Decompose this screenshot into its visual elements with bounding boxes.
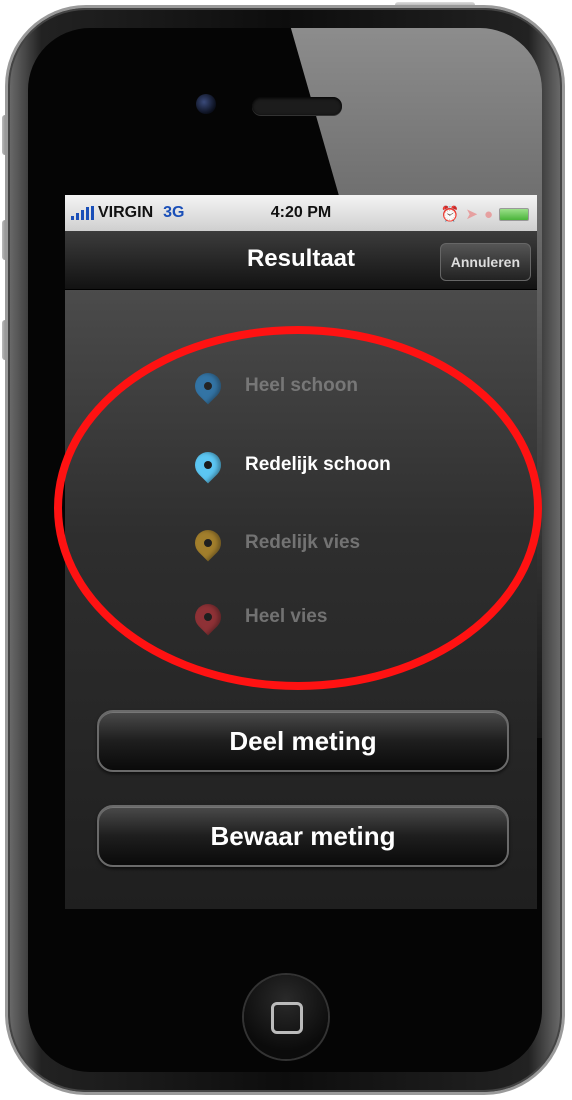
home-button[interactable] bbox=[244, 975, 328, 1059]
phone-screen: VIRGIN 3G 4:20 PM ⏰ ➤ ● Resultaat Annule… bbox=[65, 195, 537, 909]
result-option-redelijk-schoon[interactable]: Redelijk schoon bbox=[189, 445, 391, 485]
result-content: Heel schoon Redelijk schoon Redelijk vie… bbox=[65, 290, 537, 909]
lock-rotation-icon: ● bbox=[483, 205, 493, 223]
save-measurement-button[interactable]: Bewaar meting bbox=[97, 805, 509, 867]
home-square-icon bbox=[271, 1002, 303, 1034]
share-measurement-button[interactable]: Deel meting bbox=[97, 710, 509, 772]
map-pin-icon bbox=[189, 598, 227, 636]
front-camera bbox=[196, 94, 216, 114]
status-bar: VIRGIN 3G 4:20 PM ⏰ ➤ ● bbox=[65, 195, 537, 231]
option-label: Heel vies bbox=[245, 606, 328, 627]
map-pin-icon bbox=[189, 524, 227, 562]
option-label: Heel schoon bbox=[245, 375, 358, 396]
battery-icon bbox=[499, 207, 529, 221]
location-arrow-icon: ➤ bbox=[465, 206, 478, 223]
earpiece-speaker bbox=[252, 97, 342, 115]
alarm-icon: ⏰ bbox=[440, 206, 460, 223]
cancel-button[interactable]: Annuleren bbox=[439, 243, 531, 281]
map-pin-icon bbox=[189, 367, 227, 405]
result-option-heel-vies[interactable]: Heel vies bbox=[189, 597, 328, 637]
map-pin-icon bbox=[189, 446, 227, 484]
option-label: Redelijk vies bbox=[245, 532, 361, 553]
option-label: Redelijk schoon bbox=[245, 454, 391, 475]
navigation-bar: Resultaat Annuleren bbox=[65, 231, 537, 290]
status-icons: ⏰ ➤ ● bbox=[441, 205, 529, 223]
result-option-heel-schoon[interactable]: Heel schoon bbox=[189, 366, 358, 406]
result-option-redelijk-vies[interactable]: Redelijk vies bbox=[189, 523, 361, 563]
